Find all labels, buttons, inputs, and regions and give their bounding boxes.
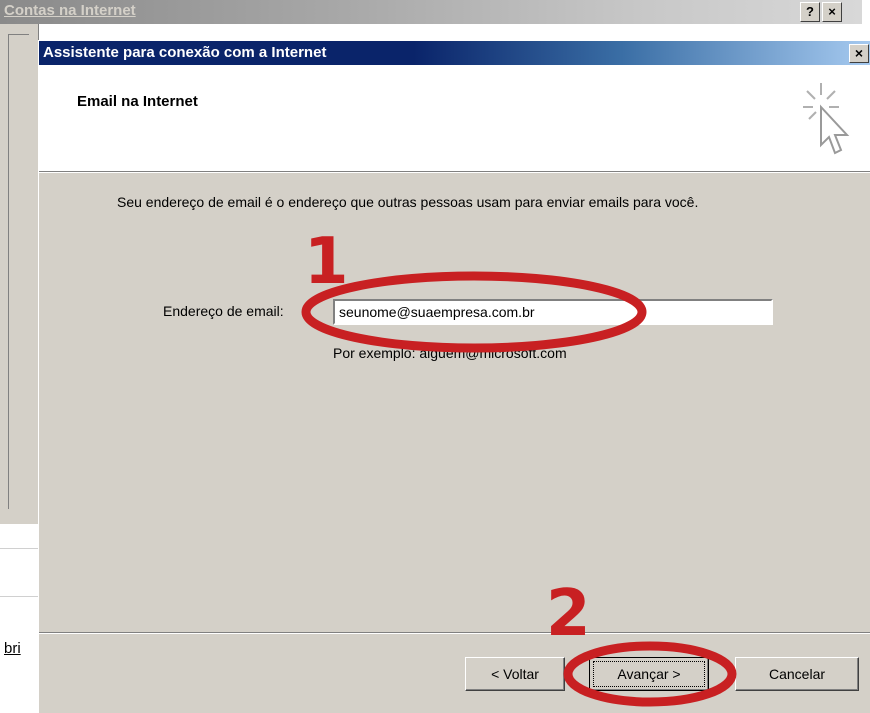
- annotation-step-2: 2: [546, 577, 591, 651]
- background-panel-inset: [8, 34, 29, 509]
- help-button[interactable]: ?: [800, 2, 820, 22]
- background-window-title: Contas na Internet: [4, 2, 136, 19]
- connection-wizard-dialog: Assistente para conexão com a Internet ×…: [38, 40, 870, 713]
- wizard-cursor-icon: [803, 83, 850, 155]
- divider: [0, 596, 38, 597]
- cancel-button[interactable]: Cancelar: [735, 657, 859, 691]
- wizard-header: Email na Internet: [39, 65, 870, 173]
- email-field[interactable]: [333, 299, 773, 325]
- next-button[interactable]: Avançar >: [589, 657, 709, 691]
- background-window-titlebar: Contas na Internet ? ×: [0, 0, 862, 24]
- background-window-panel: [0, 24, 39, 524]
- page-title: Email na Internet: [77, 93, 198, 110]
- divider: [0, 548, 38, 549]
- wizard-close-button[interactable]: ×: [849, 44, 869, 63]
- back-button[interactable]: < Voltar: [465, 657, 565, 691]
- divider: [39, 633, 870, 634]
- wizard-title: Assistente para conexão com a Internet: [43, 44, 327, 61]
- instruction-text: Seu endereço de email é o endereço que o…: [117, 194, 699, 210]
- wizard-titlebar[interactable]: Assistente para conexão com a Internet ×: [39, 41, 870, 65]
- email-label: Endereço de email:: [163, 303, 284, 319]
- email-example-hint: Por exemplo: alguem@microsoft.com: [333, 345, 567, 361]
- background-link-fragment[interactable]: bri: [4, 640, 21, 657]
- annotation-step-1: 1: [304, 225, 349, 299]
- background-close-button[interactable]: ×: [822, 2, 842, 22]
